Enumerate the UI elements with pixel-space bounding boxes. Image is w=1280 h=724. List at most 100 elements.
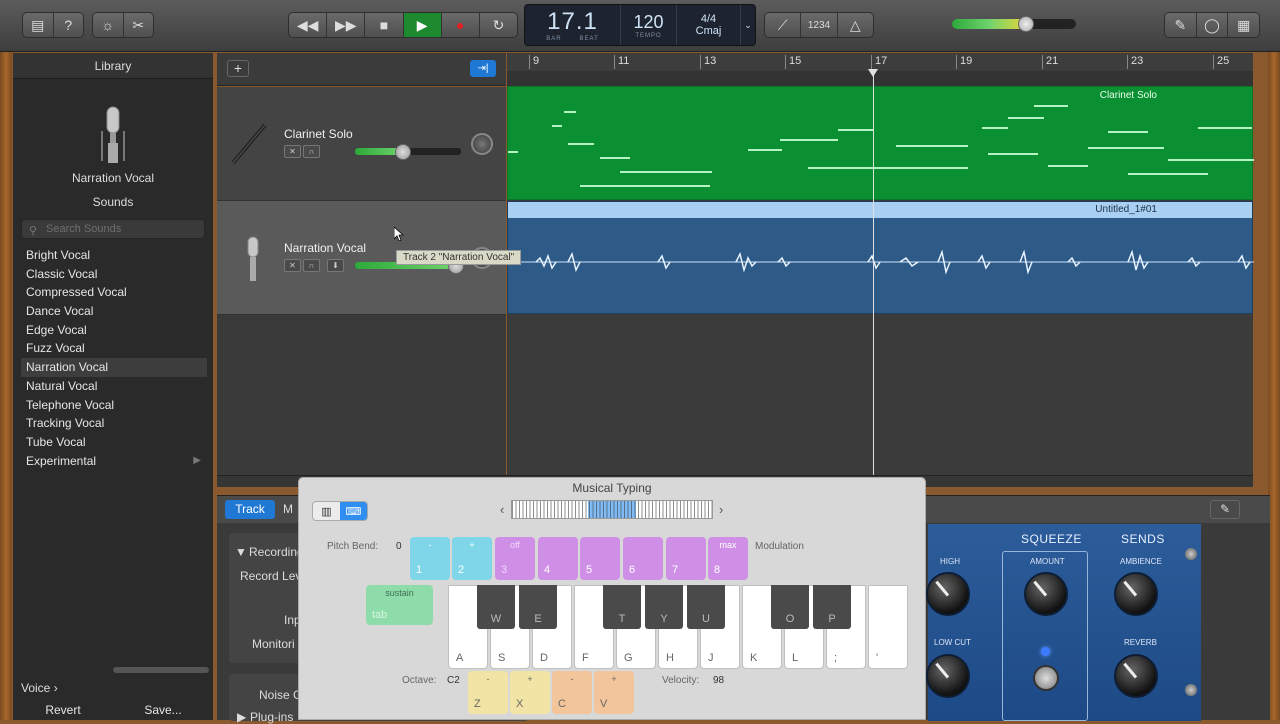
cycle-icon[interactable]: ↻ [480, 13, 517, 37]
key-1[interactable]: -1 [410, 537, 450, 580]
piano-key-quote[interactable]: ' [868, 585, 908, 669]
toggle-switch[interactable] [1033, 665, 1059, 691]
record-enable-icon[interactable]: ⬇ [327, 259, 344, 272]
key-4[interactable]: 4 [538, 537, 578, 580]
master-volume-slider[interactable] [952, 19, 1076, 29]
list-item[interactable]: Fuzz Vocal [21, 339, 207, 358]
list-item[interactable]: Experimental ▶ [21, 452, 207, 471]
mute-icon[interactable]: ✕ [284, 145, 301, 158]
clarinet-icon [231, 123, 267, 165]
list-item[interactable]: Tube Vocal [21, 433, 207, 452]
list-item-label: Fuzz Vocal [26, 341, 85, 356]
lcd-display[interactable]: 17.1 BAR BEAT 120 TEMPO 4/4 Cmaj ⌄ [524, 4, 756, 46]
list-item[interactable]: Tracking Vocal [21, 414, 207, 433]
key-tab-sustain[interactable]: sustain tab [366, 585, 433, 625]
pan-knob[interactable] [471, 133, 493, 155]
search-input[interactable]: ⚲ Search Sounds [21, 219, 205, 239]
track-name[interactable]: Clarinet Solo [284, 127, 353, 141]
loop-browser-icon[interactable]: ◯ [1197, 13, 1229, 37]
key-v[interactable]: + V [594, 671, 634, 714]
status-led [1041, 647, 1050, 656]
list-item[interactable]: Telephone Vocal [21, 396, 207, 415]
midi-region[interactable]: Clarinet Solo [507, 86, 1254, 200]
piano-keyboard-icon[interactable]: ▥ [313, 502, 340, 520]
sounds-heading: Sounds [92, 195, 134, 209]
smart-controls-icon[interactable]: ☼ [93, 13, 124, 37]
track-tooltip: Track 2 "Narration Vocal" [396, 250, 522, 265]
fast-forward-icon[interactable]: ▶▶ [327, 13, 366, 37]
disclosure-triangle-icon[interactable]: ▶ [237, 710, 246, 724]
piano-key-y[interactable]: Y [645, 585, 683, 629]
low-cut-knob[interactable] [926, 654, 970, 698]
high-knob[interactable] [926, 572, 970, 616]
list-item[interactable]: Natural Vocal [21, 377, 207, 396]
record-icon[interactable]: ● [442, 13, 480, 37]
piano-key-u[interactable]: U [687, 585, 725, 629]
library-scrollbar[interactable] [113, 667, 209, 673]
save-button[interactable]: Save... [113, 700, 213, 720]
key-z[interactable]: -Z [468, 671, 508, 714]
keyboard-range-selector[interactable] [511, 500, 713, 519]
notepad-icon[interactable]: ✎ [1165, 13, 1197, 37]
list-item[interactable]: Classic Vocal [21, 265, 207, 284]
catch-playhead-icon[interactable]: ⇥| [470, 60, 496, 77]
tuner-icon[interactable]: ⟋ [765, 13, 802, 37]
list-item-selected[interactable]: Narration Vocal [21, 358, 207, 377]
headphones-icon[interactable]: ∩ [303, 145, 320, 158]
tab-track[interactable]: Track [225, 500, 275, 519]
stop-icon[interactable]: ■ [365, 13, 404, 37]
play-icon[interactable]: ▶ [403, 13, 442, 37]
track-volume-knob[interactable] [394, 144, 411, 160]
media-browser-icon[interactable]: ▦ [1228, 13, 1259, 37]
key-top-label: - [486, 674, 490, 684]
timeline-ruler[interactable]: 9 11 13 15 17 19 21 23 25 [507, 53, 1253, 86]
chevron-left-icon[interactable]: ‹ [500, 502, 504, 517]
rewind-icon[interactable]: ◀◀ [289, 13, 328, 37]
track-header-clarinet[interactable]: Clarinet Solo ✕ ∩ [217, 87, 506, 201]
disclosure-triangle-icon[interactable]: ▼ [235, 545, 247, 559]
key-c[interactable]: -C [552, 671, 592, 714]
tab-master[interactable]: M [283, 500, 293, 519]
piano-key-t[interactable]: T [603, 585, 641, 629]
list-item[interactable]: Dance Vocal [21, 302, 207, 321]
amount-knob[interactable] [1024, 572, 1068, 616]
piano-key-e[interactable]: E [519, 585, 557, 629]
key-label: C [558, 698, 566, 710]
key-6[interactable]: 6 [623, 537, 663, 580]
reverb-knob[interactable] [1114, 654, 1158, 698]
headphones-icon[interactable]: ∩ [303, 259, 320, 272]
metronome-icon[interactable]: △ [838, 13, 873, 37]
help-icon[interactable]: ? [54, 13, 84, 37]
library-icon[interactable]: ▤ [23, 13, 54, 37]
piano-key-o[interactable]: O [771, 585, 809, 629]
key-7[interactable]: 7 [666, 537, 706, 580]
chevron-down-icon[interactable]: ⌄ [741, 5, 755, 45]
key-8[interactable]: max 8 [708, 537, 748, 580]
list-item[interactable]: Edge Vocal [21, 321, 207, 340]
key-3[interactable]: off 3 [495, 537, 535, 580]
tracks-area[interactable]: Clarinet Solo Untitled_1#01 [507, 86, 1254, 475]
pencil-icon[interactable]: ✎ [1210, 500, 1240, 519]
track-name[interactable]: Narration Vocal [284, 241, 366, 255]
add-track-button[interactable]: + [227, 60, 249, 77]
chevron-right-icon[interactable]: › [719, 502, 723, 517]
audio-region[interactable]: Untitled_1#01 [507, 201, 1254, 314]
count-in-button[interactable]: 1234 [801, 13, 838, 37]
midi-note [748, 149, 782, 151]
typing-keyboard-icon[interactable]: ⌨ [340, 502, 367, 520]
master-volume-fill [952, 19, 1027, 29]
list-item[interactable]: Bright Vocal [21, 246, 207, 265]
key-x[interactable]: + X [510, 671, 550, 714]
key-5[interactable]: 5 [580, 537, 620, 580]
piano-key-p[interactable]: P [813, 585, 851, 629]
mute-icon[interactable]: ✕ [284, 259, 301, 272]
list-item[interactable]: Compressed Vocal [21, 283, 207, 302]
key-2[interactable]: +2 [452, 537, 492, 580]
piano-key-w[interactable]: W [477, 585, 515, 629]
scissors-icon[interactable]: ✂ [124, 13, 154, 37]
revert-button[interactable]: Revert [13, 700, 113, 720]
category-breadcrumb[interactable]: Voice › [21, 681, 58, 695]
ambience-knob[interactable] [1114, 572, 1158, 616]
playhead[interactable] [873, 70, 874, 475]
master-volume-knob[interactable] [1018, 16, 1035, 32]
